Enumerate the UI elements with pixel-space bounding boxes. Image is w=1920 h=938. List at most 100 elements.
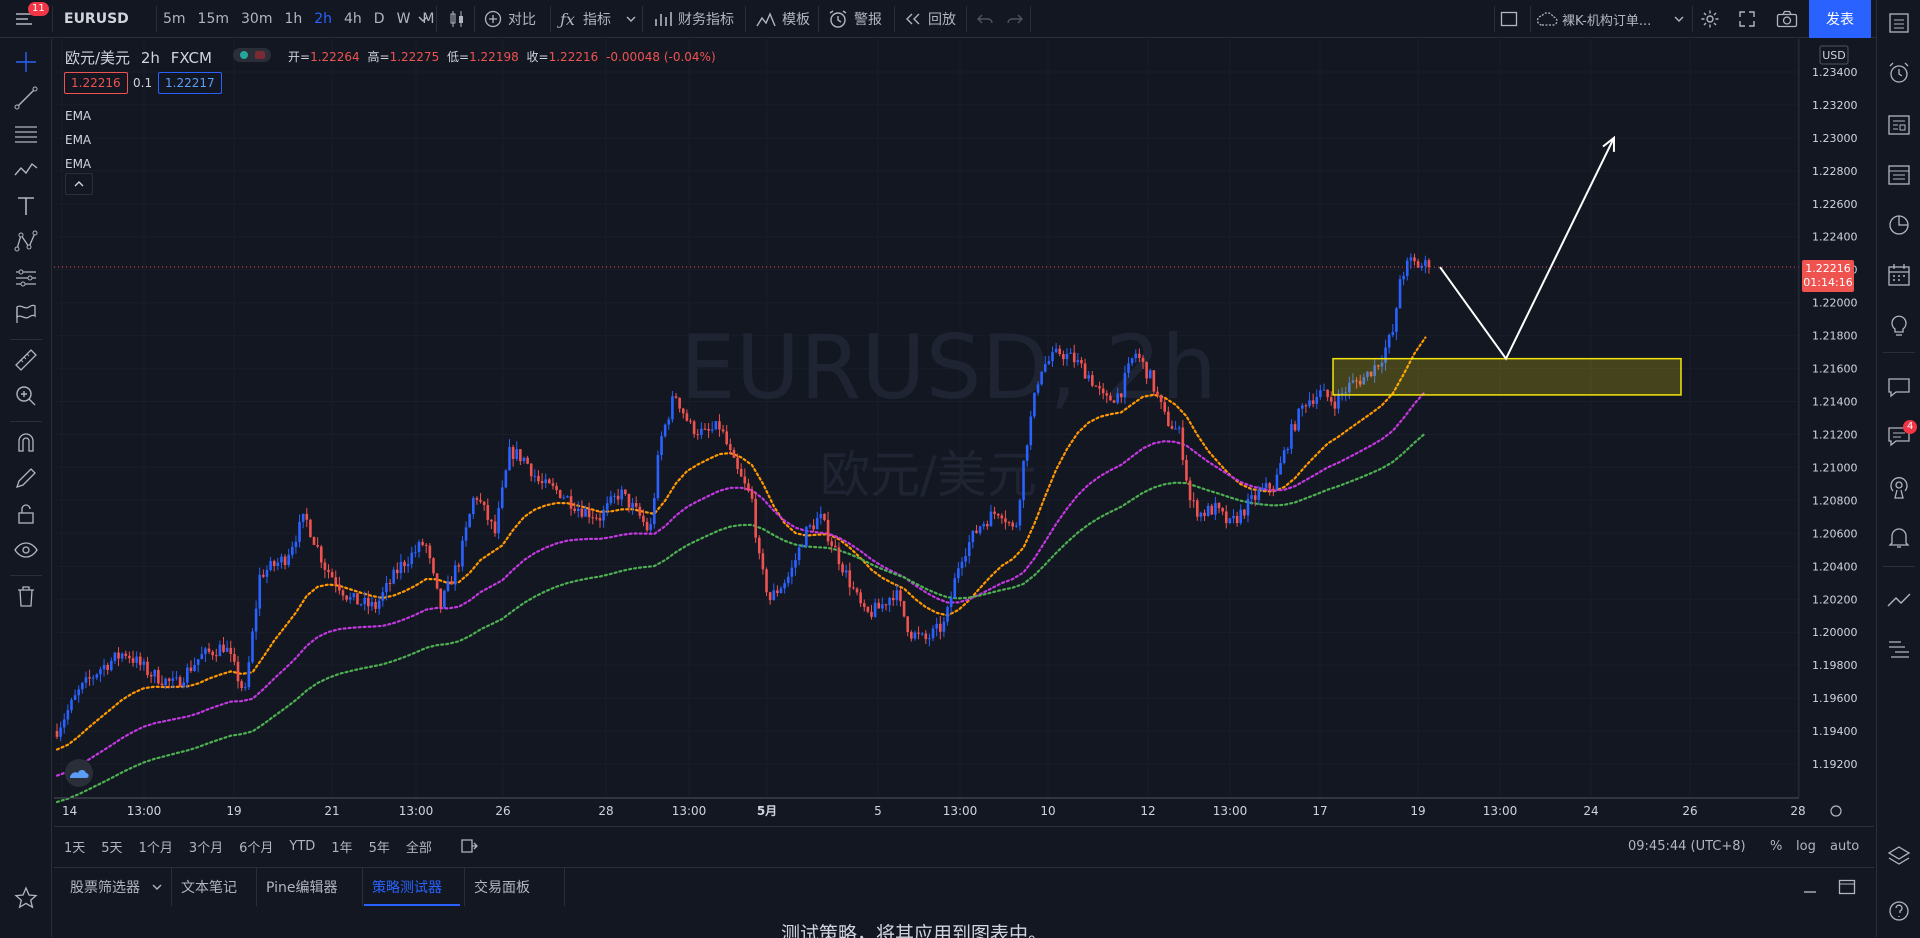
panel-tab-0[interactable]: 股票筛选器	[70, 868, 140, 906]
auto-scale-toggle[interactable]: auto	[1830, 827, 1859, 865]
time-axis[interactable]: 14 13:00 19 21 13:00 26 28 13:00 5月 5 13:00 10 12 13:…	[62, 804, 1806, 818]
maximize-panel-button[interactable]	[1838, 868, 1856, 906]
candle-body	[533, 475, 537, 477]
candle-body	[826, 519, 830, 542]
hotlists-button[interactable]	[1886, 212, 1912, 238]
symbol-legend[interactable]: 欧元/美元 2h FXCM	[65, 47, 212, 68]
candle-body	[504, 470, 508, 488]
candle-body	[906, 616, 909, 632]
candle-body	[692, 421, 696, 435]
market-status-toggle[interactable]	[233, 48, 271, 62]
bell-icon	[1888, 528, 1910, 548]
trading-button[interactable]	[1886, 588, 1912, 614]
price-axis[interactable]: 1.23400 1.23200 1.23000 1.22800 1.22600 1.224…	[1812, 66, 1858, 771]
collapse-legend-button[interactable]	[65, 173, 93, 195]
ideas-button[interactable]	[1886, 312, 1912, 338]
data-window-button[interactable]	[1886, 162, 1912, 188]
favorites-tool[interactable]	[13, 885, 39, 911]
panel-tab-1[interactable]: 文本笔记	[181, 868, 237, 906]
indicator-ema-1[interactable]: EMA	[65, 104, 91, 128]
axis-settings-button[interactable]	[1830, 805, 1842, 817]
candle-body	[392, 569, 395, 584]
candle-body	[1029, 416, 1033, 446]
candle-body	[1181, 427, 1185, 460]
price-chart[interactable]: EURUSD, 2h 欧元/美元 1.234001.232001.230001.…	[0, 0, 1876, 828]
candle-body	[1069, 352, 1072, 354]
candle-body	[982, 523, 986, 527]
time-tick: 13:00	[943, 804, 978, 818]
candle-body	[895, 590, 899, 601]
calendar-button[interactable]	[1886, 262, 1912, 288]
candle-body	[214, 655, 218, 657]
screener-dropdown[interactable]	[152, 868, 162, 906]
range-7[interactable]: 5年	[369, 837, 390, 856]
candle-body	[73, 695, 77, 700]
range-8[interactable]: 全部	[406, 837, 432, 856]
high-label: 高=	[367, 50, 390, 64]
range-3[interactable]: 3个月	[189, 837, 223, 856]
range-0[interactable]: 1天	[64, 837, 85, 856]
candle-body	[1054, 348, 1058, 353]
candle-body	[84, 677, 88, 683]
candle-body	[1405, 260, 1409, 276]
chats-button[interactable]	[1886, 374, 1912, 400]
layers-button[interactable]	[1886, 844, 1912, 870]
price-tick: 1.23000	[1812, 132, 1858, 145]
candle-body	[674, 396, 678, 398]
candle-body	[591, 517, 595, 519]
candle-body	[1290, 424, 1293, 449]
candle-body	[99, 669, 102, 675]
candle-body	[1163, 402, 1167, 412]
log-scale-toggle[interactable]: log	[1796, 827, 1816, 865]
watchlist-button[interactable]	[1886, 10, 1912, 36]
candle-body	[117, 652, 120, 659]
dom-button[interactable]	[1886, 636, 1912, 662]
candle-body	[1315, 396, 1319, 404]
alerts-button[interactable]	[1886, 60, 1912, 86]
minimize-panel-button[interactable]	[1802, 868, 1818, 906]
legend-exchange: FXCM	[170, 49, 212, 67]
candle-body	[305, 513, 309, 520]
candle-body	[667, 419, 671, 425]
candle-body	[1192, 500, 1195, 502]
candle-body	[1065, 353, 1069, 360]
percent-scale-toggle[interactable]: %	[1770, 827, 1782, 865]
go-to-date-button[interactable]	[460, 827, 478, 865]
candle-body	[967, 542, 971, 557]
candle-body	[511, 447, 515, 459]
range-4[interactable]: 6个月	[239, 837, 273, 856]
candle-body	[1246, 498, 1250, 516]
streams-button[interactable]	[1886, 474, 1912, 500]
candle-body	[1007, 522, 1011, 524]
candle-body	[620, 489, 624, 500]
help-button[interactable]	[1886, 898, 1912, 924]
candle-body	[1058, 348, 1062, 354]
candle-body	[1185, 459, 1188, 481]
buy-button[interactable]: 1.22217	[158, 72, 222, 94]
clock-timezone[interactable]: 09:45:44 (UTC+8)	[1628, 827, 1746, 865]
candle-body	[707, 429, 710, 431]
demand-zone-rectangle[interactable]	[1332, 357, 1682, 396]
alerts-bell-button[interactable]	[1886, 524, 1912, 550]
candle-body	[309, 519, 312, 538]
panel-tab-4[interactable]: 交易面板	[474, 868, 530, 906]
candle-body	[1253, 495, 1257, 500]
range-1[interactable]: 5天	[101, 837, 122, 856]
candle-body	[323, 562, 327, 570]
notifications-badge: 4	[1903, 420, 1918, 434]
panel-tab-2[interactable]: Pine编辑器	[266, 868, 338, 906]
candle-body	[862, 603, 866, 607]
news-button[interactable]	[1886, 112, 1912, 138]
candle-body	[942, 621, 946, 632]
sell-button[interactable]: 1.22216	[64, 72, 128, 94]
range-2[interactable]: 1个月	[139, 837, 173, 856]
panel-tab-3[interactable]: 策略测试器	[372, 868, 442, 906]
indicator-ema-2[interactable]: EMA	[65, 128, 91, 152]
candle-body	[910, 631, 913, 639]
candle-body	[1337, 393, 1340, 409]
range-5[interactable]: YTD	[289, 839, 315, 854]
range-6[interactable]: 1年	[331, 837, 352, 856]
candle-body	[424, 544, 428, 546]
time-tick: 12	[1140, 804, 1155, 818]
candle-body	[356, 593, 359, 605]
